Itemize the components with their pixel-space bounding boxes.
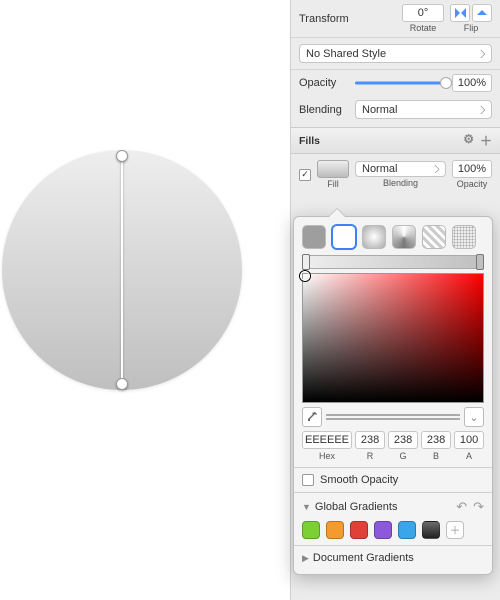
shared-style-value: No Shared Style bbox=[306, 48, 386, 60]
a-label: A bbox=[466, 451, 472, 461]
chevron-down-icon: ⌄ bbox=[469, 411, 478, 424]
fill-blending-value: Normal bbox=[362, 163, 397, 175]
opacity-input[interactable]: 100% bbox=[452, 74, 492, 92]
flip-sublabel: Flip bbox=[464, 23, 479, 33]
undo-icon[interactable]: ↶ bbox=[456, 499, 467, 515]
fill-opacity-input[interactable]: 100% bbox=[452, 160, 492, 178]
gradient-strip[interactable] bbox=[302, 255, 484, 269]
swatch-blue[interactable] bbox=[398, 521, 416, 539]
hex-label: Hex bbox=[319, 451, 335, 461]
rotate-sublabel: Rotate bbox=[410, 23, 437, 33]
shared-style-select[interactable]: No Shared Style bbox=[299, 44, 492, 63]
add-fill-icon[interactable]: ＋ bbox=[480, 132, 492, 149]
g-label: G bbox=[400, 451, 407, 461]
fill-type-pattern[interactable] bbox=[422, 225, 446, 249]
hex-input[interactable]: EEEEEE bbox=[302, 431, 352, 449]
flip-horizontal-icon-mirror bbox=[461, 8, 466, 18]
global-gradient-swatches: ＋ bbox=[302, 521, 484, 539]
fill-type-radial[interactable] bbox=[362, 225, 386, 249]
swatch-green[interactable] bbox=[302, 521, 320, 539]
expand-button[interactable]: ⌄ bbox=[464, 407, 484, 427]
b-label: B bbox=[433, 451, 439, 461]
fills-header: Fills ⚙ ＋ bbox=[291, 127, 500, 154]
saturation-value-field[interactable] bbox=[302, 273, 484, 403]
sv-cursor[interactable] bbox=[300, 271, 310, 281]
b-input[interactable]: 238 bbox=[421, 431, 451, 449]
disclosure-down-icon[interactable]: ▼ bbox=[302, 502, 311, 512]
opacity-slider[interactable] bbox=[355, 76, 446, 90]
blending-value: Normal bbox=[362, 104, 397, 116]
gradient-stop-end[interactable] bbox=[476, 254, 484, 270]
swatch-dark[interactable] bbox=[422, 521, 440, 539]
hue-slider[interactable] bbox=[326, 414, 460, 416]
global-gradients-label: Global Gradients bbox=[315, 501, 398, 513]
fill-blending-sublabel: Blending bbox=[383, 178, 418, 188]
fill-type-angular[interactable] bbox=[392, 225, 416, 249]
g-input[interactable]: 238 bbox=[388, 431, 418, 449]
r-input[interactable]: 238 bbox=[355, 431, 385, 449]
fill-enabled-checkbox[interactable]: ✓ bbox=[299, 169, 311, 181]
a-input[interactable]: 100 bbox=[454, 431, 484, 449]
flip-horizontal-icon bbox=[455, 8, 460, 18]
blending-select[interactable]: Normal bbox=[355, 100, 492, 119]
fill-sublabel: Fill bbox=[327, 179, 339, 189]
swatch-purple[interactable] bbox=[374, 521, 392, 539]
fill-color-well[interactable] bbox=[317, 160, 349, 178]
swatch-orange[interactable] bbox=[326, 521, 344, 539]
blending-label: Blending bbox=[299, 104, 349, 116]
color-picker-popover: ⌄ EEEEEE Hex 238 R 238 G 238 B 100 A Smo… bbox=[293, 216, 493, 575]
r-label: R bbox=[367, 451, 374, 461]
eyedropper-button[interactable] bbox=[302, 407, 322, 427]
fill-type-tabs bbox=[302, 225, 484, 249]
document-gradients-label: Document Gradients bbox=[313, 552, 414, 564]
smooth-opacity-checkbox[interactable] bbox=[302, 474, 314, 486]
fill-blending-select[interactable]: Normal bbox=[355, 161, 446, 177]
disclosure-right-icon[interactable]: ▶ bbox=[302, 553, 309, 564]
fill-type-noise[interactable] bbox=[452, 225, 476, 249]
alpha-slider[interactable] bbox=[326, 418, 460, 420]
flip-vertical-icon bbox=[477, 10, 487, 15]
swatch-red[interactable] bbox=[350, 521, 368, 539]
gradient-end-handle[interactable] bbox=[116, 378, 128, 390]
transform-label: Transform bbox=[299, 13, 349, 25]
gradient-start-handle[interactable] bbox=[116, 150, 128, 162]
fill-opacity-sublabel: Opacity bbox=[457, 179, 488, 189]
flip-horizontal-button[interactable] bbox=[450, 4, 470, 22]
eyedropper-icon bbox=[306, 411, 318, 423]
canvas[interactable] bbox=[0, 0, 290, 600]
opacity-label: Opacity bbox=[299, 77, 349, 89]
smooth-opacity-label: Smooth Opacity bbox=[320, 474, 398, 486]
fill-type-linear[interactable] bbox=[332, 225, 356, 249]
selected-shape[interactable] bbox=[2, 150, 242, 390]
flip-vertical-button[interactable] bbox=[472, 4, 492, 22]
redo-icon[interactable]: ↷ bbox=[473, 499, 484, 515]
fills-title: Fills bbox=[299, 135, 320, 147]
gear-icon[interactable]: ⚙ bbox=[463, 132, 474, 149]
rotate-input[interactable]: 0° bbox=[402, 4, 444, 22]
gradient-axis[interactable] bbox=[121, 156, 123, 384]
add-swatch-button[interactable]: ＋ bbox=[446, 521, 464, 539]
gradient-stop-start[interactable] bbox=[302, 254, 310, 270]
fill-type-solid[interactable] bbox=[302, 225, 326, 249]
